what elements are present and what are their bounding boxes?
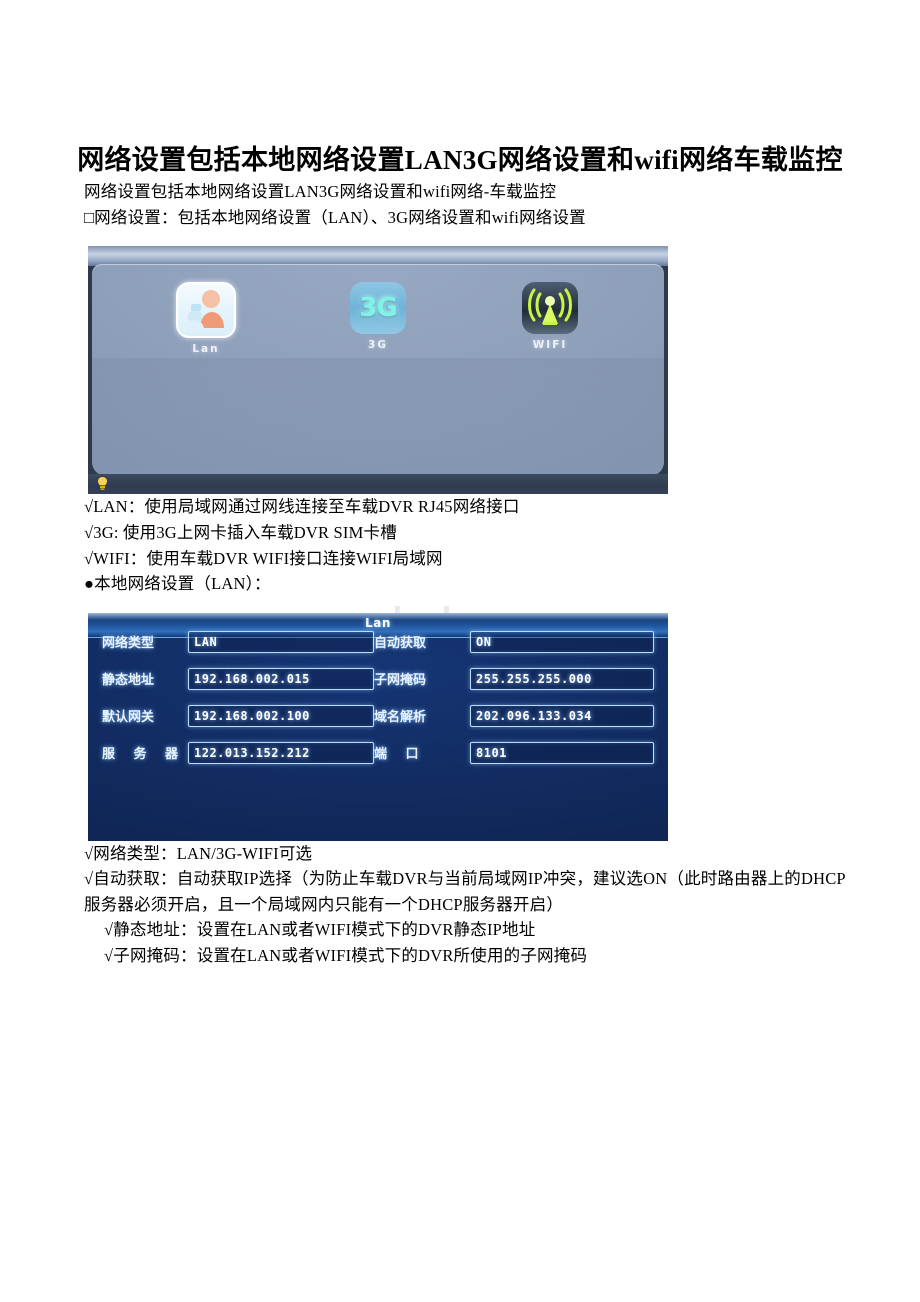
document-content: 网络设置包括本地网络设置LAN3G网络设置和wifi网络车载监控 网络设置包括本… <box>60 0 860 968</box>
field-value: 122.013.152.212 <box>194 745 310 760</box>
document-page: www.bdocx.com 网络设置包括本地网络设置LAN3G网络设置和wifi… <box>0 0 920 1302</box>
field-label: 静态地址 <box>102 673 155 689</box>
lan-settings-form: 网络类型 LAN 自动获取 ON 静态地址 192.168.002.015 子网… <box>102 625 654 773</box>
field-label: 自动获取 <box>374 636 427 652</box>
field-label: 子网掩码 <box>374 673 427 689</box>
field-label: 服 务 器 <box>102 747 186 763</box>
field-label: 端 口 <box>374 747 426 763</box>
field-value: LAN <box>194 634 218 649</box>
paragraph-dhcp-desc: √自动获取：自动获取IP选择（为防止车载DVR与当前局域网IP冲突，建议选ON（… <box>84 869 846 914</box>
field-label: 网络类型 <box>102 636 155 652</box>
paragraph-intro: 网络设置包括本地网络设置LAN3G网络设置和wifi网络-车载监控 <box>84 182 557 202</box>
menu-item-lan[interactable]: Lan <box>168 282 244 355</box>
field-value: 255.255.255.000 <box>476 671 592 686</box>
field-value: 202.096.133.034 <box>476 708 592 723</box>
server-input[interactable]: 122.013.152.212 <box>188 741 374 764</box>
gateway-input[interactable]: 192.168.002.100 <box>188 704 374 727</box>
field-value: 192.168.002.015 <box>194 671 310 686</box>
network-type-input[interactable]: LAN <box>188 630 374 653</box>
menu-item-label: WIFI <box>532 339 568 352</box>
form-field-port: 端 口 8101 <box>374 741 654 764</box>
paragraph-static-ip-desc: √静态地址：设置在LAN或者WIFI模式下的DVR静态IP地址 <box>104 920 536 940</box>
3g-icon: 3G <box>350 282 406 335</box>
network-icon-row: Lan 3G 3G WIFI <box>88 282 668 355</box>
form-row: 网络类型 LAN 自动获取 ON <box>102 625 654 659</box>
form-row: 静态地址 192.168.002.015 子网掩码 255.255.255.00… <box>102 662 654 696</box>
menu-item-label: 3G <box>368 339 388 352</box>
field-value: ON <box>476 634 492 649</box>
form-field-dns: 域名解析 202.096.133.034 <box>374 704 654 727</box>
paragraph-overview: □网络设置：包括本地网络设置（LAN）、3G网络设置和wifi网络设置 <box>84 207 586 227</box>
menu-item-wifi[interactable]: WIFI <box>512 282 588 355</box>
page-title: 网络设置包括本地网络设置LAN3G网络设置和wifi网络车载监控 <box>77 145 843 175</box>
menu-item-3g[interactable]: 3G 3G <box>340 282 416 355</box>
form-field-static-ip: 静态地址 192.168.002.015 <box>102 667 374 690</box>
form-row: 服 务 器 122.013.152.212 端 口 8101 <box>102 736 654 770</box>
paragraph-lan-desc: √LAN：使用局域网通过网线连接至车载DVR RJ45网络接口 <box>84 497 520 517</box>
form-field-network-type: 网络类型 LAN <box>102 630 374 653</box>
device-bezel-top <box>88 246 668 267</box>
dns-input[interactable]: 202.096.133.034 <box>470 704 654 727</box>
wifi-antenna-icon <box>522 282 578 335</box>
form-field-gateway: 默认网关 192.168.002.100 <box>102 704 374 727</box>
3g-glyph: 3G <box>359 293 397 324</box>
dvr-menu-screenshot: Lan 3G 3G WIFI <box>88 246 668 495</box>
field-label: 域名解析 <box>374 710 427 726</box>
paragraph-subnet-desc: √子网掩码：设置在LAN或者WIFI模式下的DVR所使用的子网掩码 <box>104 945 588 965</box>
paragraph-section-lan: ●本地网络设置（LAN）： <box>84 574 271 594</box>
bulb-icon <box>98 477 107 491</box>
paragraph-wifi-desc: √WIFI：使用车载DVR WIFI接口连接WIFI局域网 <box>84 548 443 568</box>
lan-settings-screenshot: Lan 网络类型 LAN 自动获取 ON 静态地址 192.168.002.01… <box>88 612 668 841</box>
paragraph-3g-desc: √3G: 使用3G上网卡插入车载DVR SIM卡槽 <box>84 522 397 542</box>
subnet-mask-input[interactable]: 255.255.255.000 <box>470 667 654 690</box>
form-field-auto-dhcp: 自动获取 ON <box>374 630 654 653</box>
form-row: 默认网关 192.168.002.100 域名解析 202.096.133.03… <box>102 699 654 733</box>
field-value: 8101 <box>476 745 507 760</box>
paragraph-net-type-desc: √网络类型：LAN/3G-WIFI可选 <box>84 843 313 863</box>
static-ip-input[interactable]: 192.168.002.015 <box>188 667 374 690</box>
menu-item-label: Lan <box>192 343 220 356</box>
port-input[interactable]: 8101 <box>470 741 654 764</box>
field-label: 默认网关 <box>102 710 155 726</box>
auto-dhcp-input[interactable]: ON <box>470 630 654 653</box>
field-value: 192.168.002.100 <box>194 708 310 723</box>
form-field-subnet-mask: 子网掩码 255.255.255.000 <box>374 667 654 690</box>
lan-person-icon <box>176 282 236 339</box>
form-field-server: 服 务 器 122.013.152.212 <box>102 741 374 764</box>
device-bezel-bottom <box>88 474 668 495</box>
